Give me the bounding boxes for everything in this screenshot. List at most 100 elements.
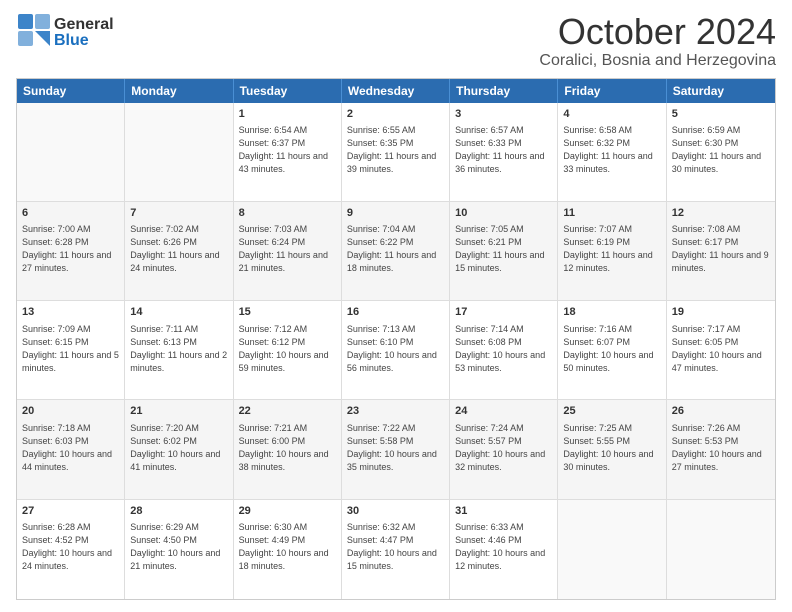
day-number: 7 (130, 206, 227, 221)
calendar-cell: 31Sunrise: 6:33 AMSunset: 4:46 PMDayligh… (450, 500, 558, 599)
cell-info: Sunrise: 7:07 AMSunset: 6:19 PMDaylight:… (563, 223, 660, 275)
day-number: 24 (455, 404, 552, 419)
cell-info: Sunrise: 7:26 AMSunset: 5:53 PMDaylight:… (672, 422, 770, 474)
day-number: 3 (455, 107, 552, 122)
calendar-row-1: 1 Sunrise: 6:54 AMSunset: 6:37 PMDaylight… (17, 103, 775, 202)
day-number: 17 (455, 305, 552, 320)
day-number: 27 (22, 504, 119, 519)
cell-info: Sunrise: 7:25 AMSunset: 5:55 PMDaylight:… (563, 422, 660, 474)
calendar-row-4: 20 Sunrise: 7:18 AMSunset: 6:03 PMDayligh… (17, 400, 775, 499)
logo-general: General (54, 16, 114, 33)
cell-info: Sunrise: 6:28 AMSunset: 4:52 PMDaylight:… (22, 521, 119, 573)
calendar-cell: 24 Sunrise: 7:24 AMSunset: 5:57 PMDayligh… (450, 400, 558, 498)
calendar-cell: 21Sunrise: 7:20 AMSunset: 6:02 PMDayligh… (125, 400, 233, 498)
cell-info: Sunrise: 7:13 AMSunset: 6:10 PMDaylight:… (347, 323, 444, 375)
calendar-cell (667, 500, 775, 599)
day-number: 9 (347, 206, 444, 221)
day-number: 22 (239, 404, 336, 419)
day-number: 19 (672, 305, 770, 320)
cell-info: Sunrise: 6:54 AMSunset: 6:37 PMDaylight:… (239, 124, 336, 176)
calendar-cell: 13 Sunrise: 7:09 AMSunset: 6:15 PMDayligh… (17, 301, 125, 399)
cell-info: Sunrise: 6:57 AMSunset: 6:33 PMDaylight:… (455, 124, 552, 176)
cell-info: Sunrise: 7:21 AMSunset: 6:00 PMDaylight:… (239, 422, 336, 474)
cell-info: Sunrise: 7:24 AMSunset: 5:57 PMDaylight:… (455, 422, 552, 474)
day-number: 23 (347, 404, 444, 419)
header-sunday: Sunday (17, 79, 125, 103)
calendar-cell: 8 Sunrise: 7:03 AMSunset: 6:24 PMDaylight… (234, 202, 342, 300)
day-number: 1 (239, 107, 336, 122)
cell-info: Sunrise: 6:58 AMSunset: 6:32 PMDaylight:… (563, 124, 660, 176)
calendar-row-5: 27 Sunrise: 6:28 AMSunset: 4:52 PMDayligh… (17, 500, 775, 599)
calendar-cell: 15 Sunrise: 7:12 AMSunset: 6:12 PMDayligh… (234, 301, 342, 399)
calendar-cell (17, 103, 125, 201)
cell-info: Sunrise: 7:05 AMSunset: 6:21 PMDaylight:… (455, 223, 552, 275)
calendar-cell: 28 Sunrise: 6:29 AMSunset: 4:50 PMDayligh… (125, 500, 233, 599)
day-number: 31 (455, 504, 552, 519)
day-number: 21 (130, 404, 227, 419)
cell-info: Sunrise: 7:12 AMSunset: 6:12 PMDaylight:… (239, 323, 336, 375)
calendar-row-3: 13 Sunrise: 7:09 AMSunset: 6:15 PMDayligh… (17, 301, 775, 400)
calendar-cell: 7 Sunrise: 7:02 AMSunset: 6:26 PMDaylight… (125, 202, 233, 300)
calendar-cell: 12 Sunrise: 7:08 AMSunset: 6:17 PMDayligh… (667, 202, 775, 300)
month-title: October 2024 (539, 12, 776, 52)
calendar-cell (125, 103, 233, 201)
day-number: 8 (239, 206, 336, 221)
calendar-cell (558, 500, 666, 599)
calendar-cell: 19 Sunrise: 7:17 AMSunset: 6:05 PMDayligh… (667, 301, 775, 399)
cell-info: Sunrise: 7:02 AMSunset: 6:26 PMDaylight:… (130, 223, 227, 275)
cell-info: Sunrise: 7:00 AMSunset: 6:28 PMDaylight:… (22, 223, 119, 275)
day-number: 18 (563, 305, 660, 320)
page: General Blue October 2024 Coralici, Bosn… (0, 0, 792, 612)
calendar-cell: 18 Sunrise: 7:16 AMSunset: 6:07 PMDayligh… (558, 301, 666, 399)
logo-text: General Blue (54, 17, 114, 49)
cell-info: Sunrise: 7:17 AMSunset: 6:05 PMDaylight:… (672, 323, 770, 375)
day-number: 5 (672, 107, 770, 122)
calendar-row-2: 6 Sunrise: 7:00 AMSunset: 6:28 PMDaylight… (17, 202, 775, 301)
cell-info: Sunrise: 7:11 AMSunset: 6:13 PMDaylight:… (130, 323, 227, 375)
cell-info: Sunrise: 6:29 AMSunset: 4:50 PMDaylight:… (130, 521, 227, 573)
day-number: 16 (347, 305, 444, 320)
day-number: 13 (22, 305, 119, 320)
cell-info: Sunrise: 7:04 AMSunset: 6:22 PMDaylight:… (347, 223, 444, 275)
calendar-cell: 1 Sunrise: 6:54 AMSunset: 6:37 PMDaylight… (234, 103, 342, 201)
day-number: 30 (347, 504, 444, 519)
cell-info: Sunrise: 6:32 AMSunset: 4:47 PMDaylight:… (347, 521, 444, 573)
day-number: 25 (563, 404, 660, 419)
day-number: 20 (22, 404, 119, 419)
calendar-cell: 22 Sunrise: 7:21 AMSunset: 6:00 PMDayligh… (234, 400, 342, 498)
day-number: 2 (347, 107, 444, 122)
calendar-cell: 10Sunrise: 7:05 AMSunset: 6:21 PMDayligh… (450, 202, 558, 300)
calendar-cell: 17Sunrise: 7:14 AMSunset: 6:08 PMDayligh… (450, 301, 558, 399)
calendar-cell: 4 Sunrise: 6:58 AMSunset: 6:32 PMDaylight… (558, 103, 666, 201)
day-number: 14 (130, 305, 227, 320)
calendar-cell: 11Sunrise: 7:07 AMSunset: 6:19 PMDayligh… (558, 202, 666, 300)
calendar-cell: 30 Sunrise: 6:32 AMSunset: 4:47 PMDayligh… (342, 500, 450, 599)
calendar-cell: 5 Sunrise: 6:59 AMSunset: 6:30 PMDaylight… (667, 103, 775, 201)
calendar: Sunday Monday Tuesday Wednesday Thursday… (16, 78, 776, 600)
cell-info: Sunrise: 7:18 AMSunset: 6:03 PMDaylight:… (22, 422, 119, 474)
header-thursday: Thursday (450, 79, 558, 103)
day-number: 28 (130, 504, 227, 519)
calendar-cell: 14 Sunrise: 7:11 AMSunset: 6:13 PMDayligh… (125, 301, 233, 399)
day-number: 12 (672, 206, 770, 221)
cell-info: Sunrise: 7:03 AMSunset: 6:24 PMDaylight:… (239, 223, 336, 275)
header-friday: Friday (558, 79, 666, 103)
day-number: 6 (22, 206, 119, 221)
calendar-body: 1 Sunrise: 6:54 AMSunset: 6:37 PMDaylight… (17, 103, 775, 599)
cell-info: Sunrise: 7:16 AMSunset: 6:07 PMDaylight:… (563, 323, 660, 375)
calendar-cell: 25 Sunrise: 7:25 AMSunset: 5:55 PMDayligh… (558, 400, 666, 498)
cell-info: Sunrise: 7:08 AMSunset: 6:17 PMDaylight:… (672, 223, 770, 275)
day-number: 4 (563, 107, 660, 122)
header-wednesday: Wednesday (342, 79, 450, 103)
location-title: Coralici, Bosnia and Herzegovina (539, 52, 776, 70)
cell-info: Sunrise: 6:59 AMSunset: 6:30 PMDaylight:… (672, 124, 770, 176)
logo: General Blue (16, 12, 114, 53)
calendar-cell: 23Sunrise: 7:22 AMSunset: 5:58 PMDayligh… (342, 400, 450, 498)
day-number: 15 (239, 305, 336, 320)
calendar-cell: 6 Sunrise: 7:00 AMSunset: 6:28 PMDaylight… (17, 202, 125, 300)
header: General Blue October 2024 Coralici, Bosn… (16, 12, 776, 70)
cell-info: Sunrise: 7:09 AMSunset: 6:15 PMDaylight:… (22, 323, 119, 375)
calendar-header: Sunday Monday Tuesday Wednesday Thursday… (17, 79, 775, 103)
header-saturday: Saturday (667, 79, 775, 103)
calendar-cell: 2Sunrise: 6:55 AMSunset: 6:35 PMDaylight… (342, 103, 450, 201)
